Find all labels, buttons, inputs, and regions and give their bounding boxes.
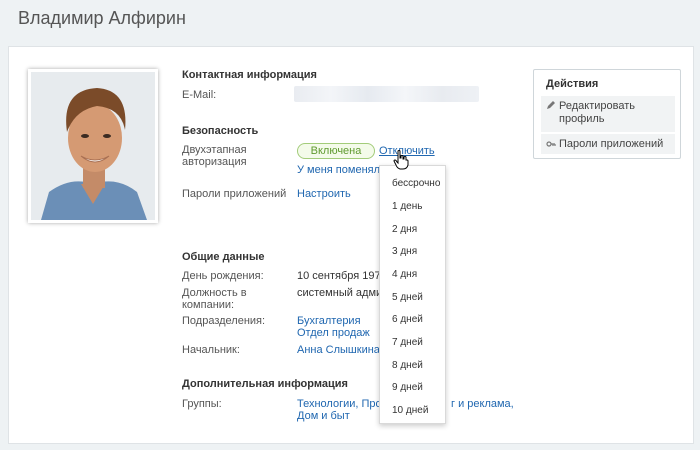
groups-link-line1b[interactable]: г и реклама, — [451, 398, 514, 410]
groups-link-line2[interactable]: Дом и быт — [297, 410, 350, 422]
general-section-title: Общие данные — [182, 251, 265, 263]
two-factor-label-line1: Двухэтапная — [182, 144, 247, 156]
dropdown-item-7-days[interactable]: 7 дней — [392, 337, 423, 349]
additional-section-title: Дополнительная информация — [182, 378, 348, 390]
position-label-line2: компании: — [182, 299, 235, 311]
departments-label: Подразделения: — [182, 315, 266, 327]
avatar-photo — [31, 72, 155, 220]
page-title: Владимир Алфирин — [18, 8, 186, 28]
manager-link[interactable]: Анна Слышкина — [297, 344, 380, 356]
key-icon — [546, 141, 556, 147]
groups-label: Группы: — [182, 398, 222, 410]
dropdown-item-8-days[interactable]: 8 дней — [392, 360, 423, 372]
two-factor-label-line2: авторизация — [182, 156, 247, 168]
edit-profile-line2: профиль — [559, 113, 605, 125]
dropdown-item-9-days[interactable]: 9 дней — [392, 382, 423, 394]
edit-profile-line1: Редактировать — [559, 100, 635, 112]
edit-profile-action[interactable]: Редактировать профиль — [541, 96, 675, 132]
app-passwords-action-label: Пароли приложений — [559, 138, 664, 150]
avatar — [28, 69, 158, 223]
manager-label: Начальник: — [182, 344, 240, 356]
configure-app-passwords-link[interactable]: Настроить — [297, 188, 351, 200]
department-link-sales[interactable]: Отдел продаж — [297, 327, 370, 339]
dropdown-item-10-days[interactable]: 10 дней — [392, 405, 428, 417]
birthday-value: 10 сентября 197 — [297, 270, 381, 282]
position-value: системный адми — [297, 287, 383, 299]
position-label-line1: Должность в — [182, 287, 247, 299]
lost-device-link[interactable]: У меня поменяло — [297, 164, 386, 176]
hand-cursor-icon — [393, 150, 409, 170]
dropdown-item-2-days[interactable]: 2 дня — [392, 224, 417, 236]
profile-card: Контактная информация E-Mail: Безопаснос… — [8, 46, 694, 444]
status-badge: Включена — [297, 143, 375, 159]
department-link-accounting[interactable]: Бухгалтерия — [297, 315, 361, 327]
dropdown-item-5-days[interactable]: 5 дней — [392, 292, 423, 304]
dropdown-item-forever[interactable]: бессрочно — [392, 178, 440, 190]
actions-title: Действия — [546, 78, 599, 90]
groups-link-line1a[interactable]: Технологии, Прод — [297, 398, 388, 410]
email-label: E-Mail: — [182, 89, 217, 101]
security-section-title: Безопасность — [182, 125, 259, 137]
contact-section-title: Контактная информация — [182, 69, 317, 81]
app-passwords-action[interactable]: Пароли приложений — [541, 134, 675, 154]
birthday-label: День рождения: — [182, 270, 264, 282]
email-value-blurred — [294, 86, 479, 102]
dropdown-item-1-day[interactable]: 1 день — [392, 201, 422, 213]
pencil-icon — [547, 101, 555, 109]
actions-panel: Действия Редактировать профиль Пароли пр… — [533, 69, 681, 159]
dropdown-item-6-days[interactable]: 6 дней — [392, 314, 423, 326]
dropdown-item-4-days[interactable]: 4 дня — [392, 269, 417, 281]
disable-duration-dropdown[interactable]: бессрочно 1 день 2 дня 3 дня 4 дня 5 дне… — [379, 165, 446, 424]
dropdown-item-3-days[interactable]: 3 дня — [392, 246, 417, 258]
app-passwords-label: Пароли приложений — [182, 188, 287, 200]
